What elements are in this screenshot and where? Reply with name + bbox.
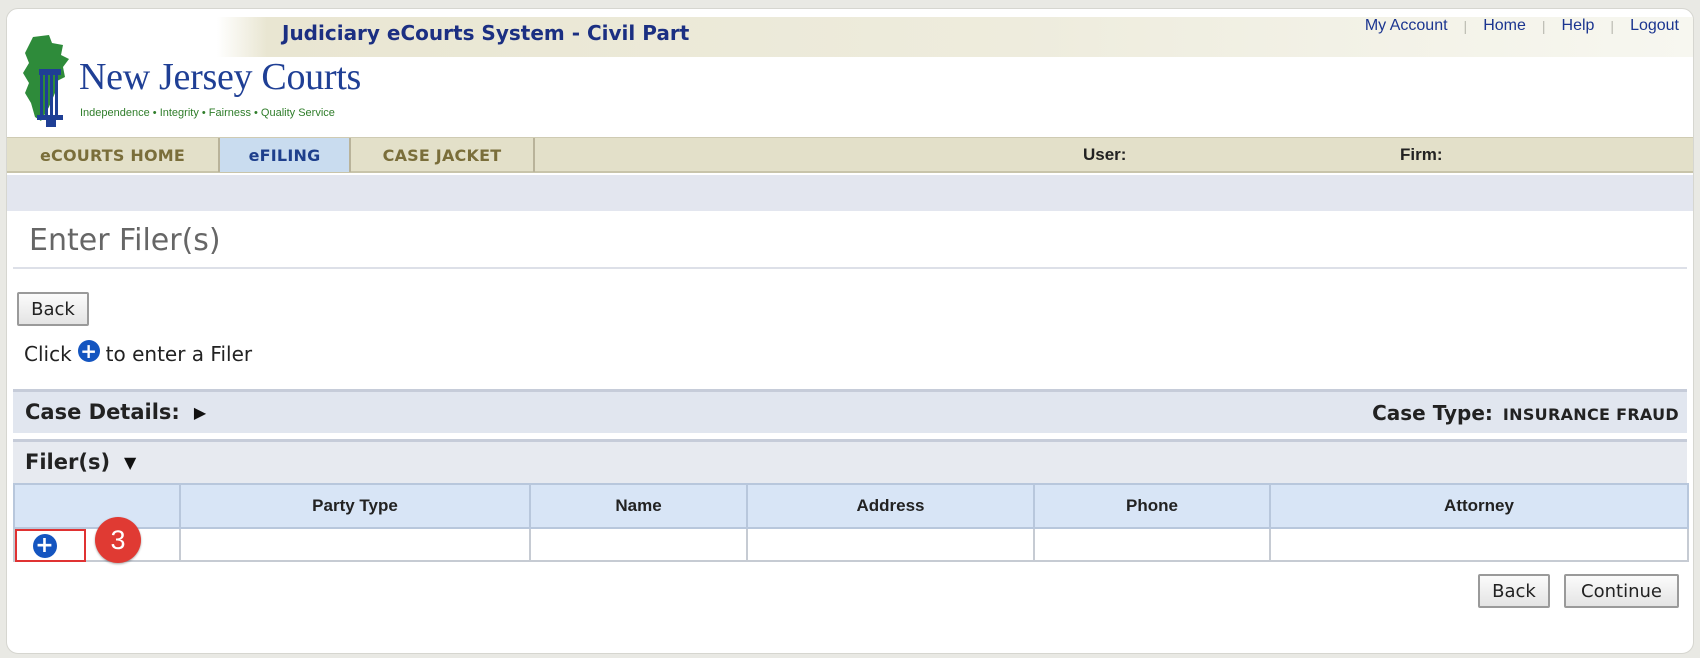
back-button-bottom[interactable]: Back bbox=[1478, 574, 1550, 608]
case-details-label: Case Details: bbox=[25, 400, 180, 424]
title-divider bbox=[13, 267, 1687, 269]
my-account-link[interactable]: My Account bbox=[1365, 17, 1448, 35]
party-type-cell bbox=[179, 527, 531, 562]
filers-table: Party Type Name Address Phone Attorney + bbox=[13, 483, 1689, 562]
filers-label: Filer(s) bbox=[25, 450, 111, 474]
logo-name: New Jersey Courts bbox=[79, 56, 361, 98]
name-cell bbox=[529, 527, 748, 562]
page-title: Enter Filer(s) bbox=[29, 223, 221, 258]
home-link[interactable]: Home bbox=[1483, 17, 1526, 35]
case-details-toggle[interactable]: Case Details: ▶ bbox=[25, 400, 206, 424]
case-type: Case Type: INSURANCE FRAUD bbox=[1372, 401, 1679, 425]
nj-state-column-icon bbox=[23, 35, 69, 127]
table-row: + bbox=[13, 527, 1689, 562]
add-filer-button[interactable]: + bbox=[15, 529, 86, 562]
address-cell bbox=[746, 527, 1035, 562]
logout-link[interactable]: Logout bbox=[1630, 17, 1679, 35]
browser-page: Judiciary eCourts System - Civil Part My… bbox=[6, 8, 1694, 654]
link-separator: | bbox=[1541, 18, 1546, 34]
instruction-suffix: to enter a Filer bbox=[105, 342, 253, 366]
attorney-cell bbox=[1269, 527, 1689, 562]
column-header-name[interactable]: Name bbox=[529, 483, 748, 529]
plus-circle-icon: + bbox=[77, 340, 100, 362]
step-badge: 3 bbox=[95, 517, 141, 563]
tab-efiling[interactable]: eFILING bbox=[220, 138, 351, 172]
column-header-party-type[interactable]: Party Type bbox=[179, 483, 531, 529]
table-header-row: Party Type Name Address Phone Attorney bbox=[13, 483, 1689, 529]
phone-cell bbox=[1033, 527, 1271, 562]
column-header-address[interactable]: Address bbox=[746, 483, 1035, 529]
case-details-section: Case Details: ▶ Case Type: INSURANCE FRA… bbox=[13, 389, 1687, 433]
filers-section: Filer(s) ▼ bbox=[13, 439, 1687, 483]
tab-ecourts-home[interactable]: eCOURTS HOME bbox=[7, 138, 220, 172]
back-button[interactable]: Back bbox=[17, 292, 89, 326]
filers-toggle[interactable]: Filer(s) ▼ bbox=[25, 450, 136, 474]
link-separator: | bbox=[1610, 18, 1615, 34]
header: Judiciary eCourts System - Civil Part My… bbox=[7, 9, 1693, 139]
case-type-label: Case Type: bbox=[1372, 401, 1493, 425]
nj-courts-logo[interactable]: New Jersey Courts Independence • Integri… bbox=[19, 33, 419, 133]
column-header-attorney[interactable]: Attorney bbox=[1269, 483, 1689, 529]
tab-case-jacket[interactable]: CASE JACKET bbox=[351, 138, 535, 172]
column-header bbox=[13, 483, 181, 529]
firm-label: Firm: bbox=[1400, 145, 1443, 164]
sub-nav-bar bbox=[7, 175, 1693, 211]
plus-circle-icon: + bbox=[32, 533, 57, 558]
logo-tagline: Independence • Integrity • Fairness • Qu… bbox=[80, 107, 335, 119]
top-links: My Account | Home | Help | Logout bbox=[1365, 17, 1679, 35]
instruction-prefix: Click bbox=[24, 342, 72, 366]
help-link[interactable]: Help bbox=[1562, 17, 1595, 35]
link-separator: | bbox=[1463, 18, 1468, 34]
case-type-value: INSURANCE FRAUD bbox=[1502, 405, 1679, 424]
user-label: User: bbox=[1083, 145, 1127, 164]
continue-button[interactable]: Continue bbox=[1564, 574, 1679, 608]
column-header-phone[interactable]: Phone bbox=[1033, 483, 1271, 529]
triangle-down-icon: ▼ bbox=[124, 452, 137, 472]
triangle-right-icon: ▶ bbox=[193, 402, 207, 422]
instruction-text: Click + to enter a Filer bbox=[24, 340, 253, 366]
main-nav: eCOURTS HOME eFILING CASE JACKET User: F… bbox=[7, 137, 1693, 173]
